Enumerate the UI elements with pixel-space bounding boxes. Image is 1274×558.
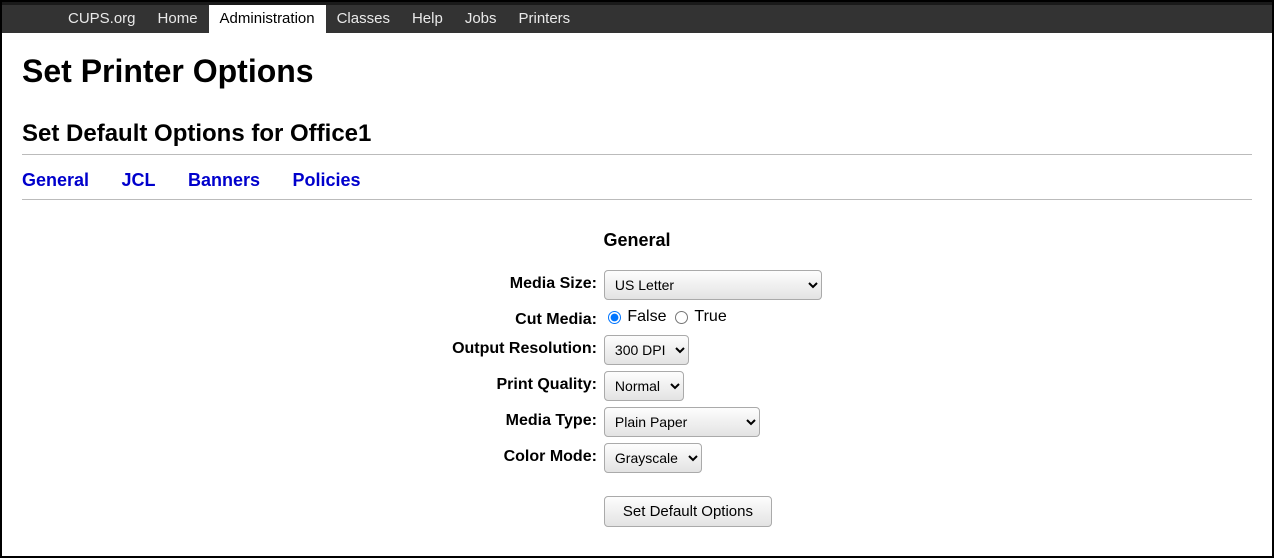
set-default-options-button[interactable]: Set Default Options bbox=[604, 496, 772, 527]
label-media-type: Media Type: bbox=[451, 406, 603, 438]
options-form: Media Size: US Letter Cut Media: False T… bbox=[451, 265, 823, 532]
select-print-quality[interactable]: Normal bbox=[604, 371, 684, 401]
label-cut-media: Cut Media: bbox=[451, 305, 603, 330]
radio-cut-media-true[interactable] bbox=[675, 311, 688, 324]
top-nav: CUPS.org Home Administration Classes Hel… bbox=[2, 2, 1272, 33]
page-title: Set Printer Options bbox=[22, 53, 1252, 90]
tab-jcl[interactable]: JCL bbox=[122, 170, 156, 190]
nav-cups-org[interactable]: CUPS.org bbox=[57, 5, 147, 33]
select-color-mode[interactable]: Grayscale bbox=[604, 443, 702, 473]
option-tabs: General JCL Banners Policies bbox=[22, 155, 1252, 199]
label-color-mode: Color Mode: bbox=[451, 442, 603, 474]
divider bbox=[22, 199, 1252, 200]
radio-label-true[interactable]: True bbox=[694, 308, 726, 325]
select-media-type[interactable]: Plain Paper bbox=[604, 407, 760, 437]
tab-banners[interactable]: Banners bbox=[188, 170, 260, 190]
radio-label-false[interactable]: False bbox=[627, 308, 666, 325]
nav-printers[interactable]: Printers bbox=[508, 5, 582, 33]
label-media-size: Media Size: bbox=[451, 269, 603, 301]
page-subtitle: Set Default Options for Office1 bbox=[22, 120, 1252, 148]
nav-help[interactable]: Help bbox=[401, 5, 454, 33]
tab-policies[interactable]: Policies bbox=[292, 170, 360, 190]
select-output-resolution[interactable]: 300 DPI bbox=[604, 335, 689, 365]
tab-general[interactable]: General bbox=[22, 170, 89, 190]
nav-administration[interactable]: Administration bbox=[209, 5, 326, 33]
section-heading-general: General bbox=[22, 230, 1252, 251]
nav-jobs[interactable]: Jobs bbox=[454, 5, 508, 33]
label-output-resolution: Output Resolution: bbox=[451, 334, 603, 366]
nav-home[interactable]: Home bbox=[147, 5, 209, 33]
radio-cut-media-false[interactable] bbox=[608, 311, 621, 324]
label-print-quality: Print Quality: bbox=[451, 370, 603, 402]
nav-classes[interactable]: Classes bbox=[326, 5, 401, 33]
select-media-size[interactable]: US Letter bbox=[604, 270, 822, 300]
